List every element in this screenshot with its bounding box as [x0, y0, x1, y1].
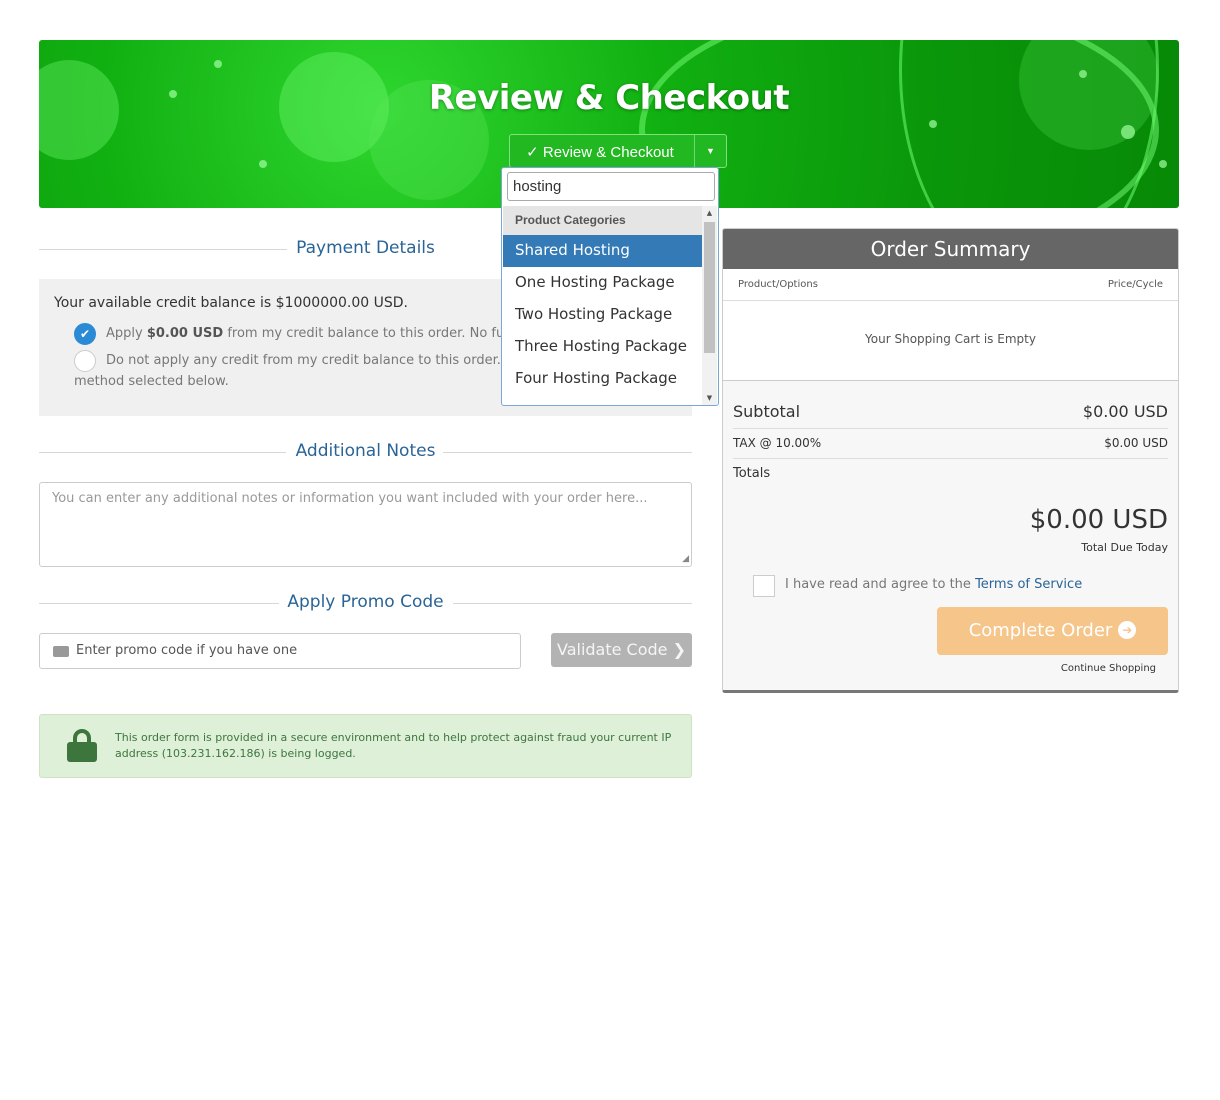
- subtotal-value: $0.00 USD: [1082, 402, 1168, 421]
- no-credit-label: Do not apply any credit from my credit b…: [106, 353, 555, 368]
- total-due-label: Total Due Today: [1081, 541, 1168, 554]
- subtotal-label: Subtotal: [733, 402, 801, 421]
- banner-dot: [1121, 125, 1135, 139]
- summary-divider: [733, 458, 1168, 459]
- ticket-icon: [53, 646, 69, 657]
- additional-notes-title: Additional Notes: [295, 441, 436, 461]
- security-message: This order form is provided in a secure …: [115, 731, 672, 760]
- no-credit-radio[interactable]: [74, 350, 96, 372]
- dropdown-item-shared-hosting[interactable]: Shared Hosting: [503, 235, 702, 267]
- checkout-step-dropdown[interactable]: ✓ Review & Checkout ▼: [509, 134, 727, 168]
- summary-divider: [733, 428, 1168, 429]
- resize-handle-icon[interactable]: ◢: [682, 554, 689, 564]
- col-price-cycle: Price/Cycle: [1107, 279, 1163, 290]
- tax-value: $0.00 USD: [1104, 436, 1168, 450]
- lock-icon: [67, 729, 97, 762]
- no-credit-label-line2: method selected below.: [74, 374, 229, 389]
- banner-dot: [929, 120, 937, 128]
- arrow-circle-right-icon: ➔: [1118, 620, 1137, 639]
- promo-placeholder: Enter promo code if you have one: [76, 643, 298, 658]
- empty-cart-message: Your Shopping Cart is Empty: [723, 301, 1178, 381]
- terms-of-service-link[interactable]: Terms of Service: [975, 577, 1082, 592]
- dropdown-scrollbar[interactable]: ▲ ▼: [702, 206, 717, 405]
- dropdown-list: Product Categories Shared Hosting One Ho…: [503, 206, 702, 405]
- banner-dot: [1079, 70, 1087, 78]
- dropdown-item-two-hosting[interactable]: Two Hosting Package: [503, 299, 702, 331]
- complete-order-button[interactable]: Complete Order ➔: [937, 607, 1168, 655]
- col-product-options: Product/Options: [738, 279, 818, 290]
- promo-code-input[interactable]: Enter promo code if you have one: [39, 633, 521, 669]
- scrollbar-thumb[interactable]: [704, 222, 715, 353]
- banner-arc: [899, 40, 1159, 208]
- totals-label: Totals: [733, 466, 771, 481]
- scroll-down-icon[interactable]: ▼: [702, 391, 717, 405]
- caret-down-icon[interactable]: ▼: [694, 135, 726, 167]
- step-dropdown-label: ✓ Review & Checkout: [526, 144, 674, 161]
- promo-code-title: Apply Promo Code: [287, 592, 444, 612]
- scroll-up-icon[interactable]: ▲: [702, 206, 717, 220]
- credit-balance-text: Your available credit balance is $100000…: [54, 295, 408, 311]
- continue-shopping-link[interactable]: Continue Shopping: [1061, 663, 1156, 674]
- banner-dot: [214, 60, 222, 68]
- summary-column-headers: Product/Options Price/Cycle: [723, 269, 1178, 301]
- banner-dot: [1159, 160, 1167, 168]
- total-amount: $0.00 USD: [1029, 505, 1168, 535]
- promo-code-heading: Apply Promo Code: [39, 592, 692, 616]
- notes-placeholder: You can enter any additional notes or in…: [52, 491, 648, 506]
- dropdown-search-input[interactable]: [507, 172, 715, 201]
- additional-notes-textarea[interactable]: You can enter any additional notes or in…: [39, 482, 692, 567]
- tos-checkbox[interactable]: [753, 575, 775, 597]
- security-notice: This order form is provided in a secure …: [39, 714, 692, 778]
- dropdown-item-one-hosting[interactable]: One Hosting Package: [503, 267, 702, 299]
- apply-credit-radio[interactable]: ✔: [74, 323, 96, 345]
- additional-notes-heading: Additional Notes: [39, 441, 692, 465]
- category-dropdown-panel: Product Categories Shared Hosting One Ho…: [501, 167, 719, 406]
- banner-dot: [259, 160, 267, 168]
- dropdown-item-three-hosting[interactable]: Three Hosting Package: [503, 331, 702, 363]
- validate-code-button[interactable]: Validate Code ❯: [551, 633, 692, 667]
- dropdown-group-label: Product Categories: [503, 206, 702, 235]
- check-icon: ✔: [79, 327, 91, 341]
- tax-label: TAX @ 10.00%: [733, 436, 822, 450]
- order-summary-title: Order Summary: [723, 229, 1178, 269]
- page-title: Review & Checkout: [428, 78, 790, 118]
- dropdown-item-four-hosting[interactable]: Four Hosting Package: [503, 363, 702, 395]
- order-summary-panel: Order Summary Product/Options Price/Cycl…: [722, 228, 1179, 693]
- complete-order-label: Complete Order: [968, 620, 1113, 641]
- tos-label: I have read and agree to the Terms of Se…: [785, 577, 1083, 592]
- apply-credit-label: Apply $0.00 USD from my credit balance t…: [106, 326, 557, 341]
